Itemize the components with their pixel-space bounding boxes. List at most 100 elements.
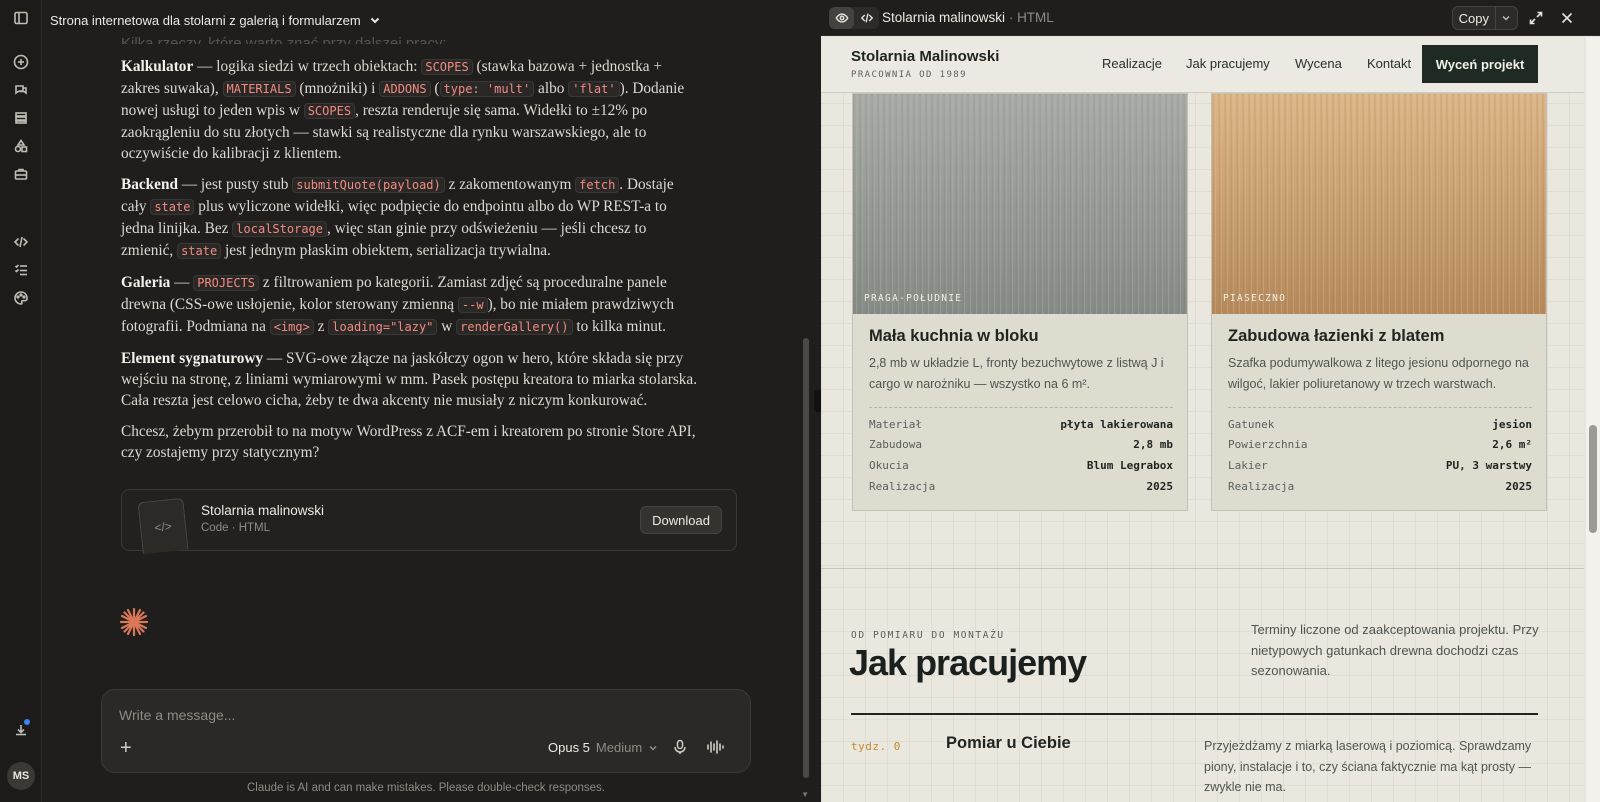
- section-rule: [851, 713, 1538, 715]
- project-location: PIASECZNO: [1223, 293, 1287, 304]
- claude-spark-icon: [119, 607, 149, 637]
- spec-key: Lakier: [1228, 459, 1268, 472]
- inline-code: <img>: [269, 319, 314, 335]
- section-title: Jak pracujemy: [849, 642, 1087, 683]
- nav-link-jak-pracujemy[interactable]: Jak pracujemy: [1186, 56, 1270, 71]
- project-location: PRAGA-POŁUDNIE: [864, 293, 963, 304]
- chevron-down-icon[interactable]: [1496, 7, 1517, 29]
- code-tab[interactable]: [854, 7, 879, 29]
- project-title: Zabudowa łazienki z blatem: [1228, 327, 1445, 345]
- spec-value: 2,8 mb: [1133, 438, 1173, 451]
- code-icon[interactable]: [11, 232, 31, 252]
- copy-button[interactable]: Copy: [1452, 6, 1518, 30]
- para-text: (mnożniki) i: [295, 80, 380, 97]
- message-composer[interactable]: Write a message... + Opus 5 Medium: [101, 689, 751, 773]
- microphone-icon[interactable]: [672, 739, 688, 755]
- inline-code: localStorage: [232, 221, 327, 237]
- preview-tab[interactable]: [829, 7, 854, 29]
- spec-row: Realizacja 2025: [1228, 480, 1532, 500]
- close-icon[interactable]: [1559, 10, 1575, 26]
- para-text: z zakomentowanym: [444, 176, 576, 193]
- wood-panel-image: [1212, 94, 1546, 314]
- para-lead: Element sygnaturowy: [121, 350, 264, 367]
- projects-icon[interactable]: [11, 108, 31, 128]
- briefcase-icon[interactable]: [11, 164, 31, 184]
- download-button[interactable]: Download: [640, 506, 722, 534]
- inline-code: renderGallery(): [456, 319, 573, 335]
- section-kicker: OD POMIARU DO MONTAŻU: [851, 630, 1005, 641]
- project-description: 2,8 mb w układzie L, fronty bezuchwytowe…: [869, 356, 1164, 391]
- section-note: Terminy liczone od zaakceptowania projek…: [1251, 622, 1539, 678]
- project-card[interactable]: PRAGA-POŁUDNIE Mała kuchnia w bloku 2,8 …: [852, 93, 1188, 511]
- spec-key: Realizacja: [1228, 480, 1295, 493]
- spec-value: Blum Legrabox: [1086, 459, 1173, 472]
- nav-link-realizacje[interactable]: Realizacje: [1102, 56, 1162, 71]
- scroll-down-arrow[interactable]: ▼: [801, 790, 809, 799]
- spec-row: Realizacja 2025: [869, 480, 1173, 500]
- para-lead: Galeria: [121, 274, 171, 291]
- artifact-toolbar: Stolarnia malinowski · HTML Copy: [821, 0, 1600, 36]
- inline-code: PROJECTS: [193, 275, 260, 291]
- paragraph-calculator: Kalkulator — logika siedzi w trzech obie…: [121, 56, 701, 164]
- avatar[interactable]: MS: [7, 762, 35, 790]
- para-text: z: [313, 318, 329, 335]
- project-description: Szafka podumywalkowa z litego jesionu od…: [1228, 356, 1529, 391]
- sidebar-toggle-icon[interactable]: [11, 8, 31, 28]
- inline-code: loading="lazy": [328, 319, 438, 335]
- add-attachment-icon[interactable]: +: [120, 737, 132, 760]
- inline-code: state: [150, 199, 195, 215]
- chats-icon[interactable]: [11, 80, 31, 100]
- paragraph-question: Chcesz, żebym przerobił to na motyw Word…: [121, 423, 696, 461]
- tasks-icon[interactable]: [11, 260, 31, 280]
- spec-row: Materiał płyta lakierowana: [869, 418, 1173, 438]
- site-brand[interactable]: Stolarnia Malinowski: [851, 48, 999, 65]
- wood-panel-image: [853, 94, 1187, 314]
- preview-scrollbar[interactable]: [1586, 37, 1600, 802]
- step-title: Pomiar u Ciebie: [946, 734, 1071, 752]
- para-text: jest jednym płaskim obiektem, serializac…: [221, 242, 551, 259]
- spec-key: Powierzchnia: [1228, 438, 1308, 451]
- palette-icon[interactable]: [11, 288, 31, 308]
- chat-scrollbar[interactable]: [803, 338, 809, 778]
- chat-title-dropdown[interactable]: Strona internetowa dla stolarni z galeri…: [50, 10, 381, 30]
- artifact-card[interactable]: </> Stolarnia malinowski Code · HTML Dow…: [121, 489, 737, 555]
- spec-key: Zabudowa: [869, 438, 922, 451]
- spec-key: Gatunek: [1228, 418, 1275, 431]
- voice-mode-icon[interactable]: [706, 739, 724, 755]
- assistant-message: Kalkulator — logika siedzi w trzech obie…: [121, 56, 701, 473]
- chat-title: Strona internetowa dla stolarni z galeri…: [50, 12, 361, 28]
- para-lead: Backend: [121, 176, 178, 193]
- spec-key: Materiał: [869, 418, 922, 431]
- spec-row: Zabudowa 2,8 mb: [869, 438, 1173, 458]
- scrollbar-thumb[interactable]: [1589, 425, 1597, 533]
- new-chat-icon[interactable]: [11, 52, 31, 72]
- eye-icon: [835, 13, 848, 23]
- message-input[interactable]: Write a message...: [119, 707, 235, 723]
- expand-icon[interactable]: [1528, 10, 1544, 26]
- card-divider: [1228, 407, 1532, 408]
- inline-code: fetch: [575, 177, 620, 193]
- model-selector[interactable]: Opus 5 Medium: [548, 740, 658, 755]
- spec-value: PU, 3 warstwy: [1445, 459, 1532, 472]
- paragraph-backend: Backend — jest pusty stub submitQuote(pa…: [121, 174, 701, 262]
- artifacts-icon[interactable]: [11, 136, 31, 156]
- copy-label: Copy: [1453, 7, 1496, 29]
- project-card[interactable]: PIASECZNO Zabudowa łazienki z blatem Sza…: [1211, 93, 1547, 511]
- inline-code: submitQuote(payload): [292, 177, 445, 193]
- code-icon: [860, 13, 873, 23]
- nav-link-kontakt[interactable]: Kontakt: [1367, 56, 1411, 71]
- site-preview: Stolarnia Malinowski PRACOWNIA OD 1989 R…: [821, 37, 1584, 802]
- notification-dot: [24, 719, 30, 725]
- inline-code: state: [177, 243, 222, 259]
- project-title: Mała kuchnia w bloku: [869, 327, 1039, 345]
- nav-link-wycena[interactable]: Wycena: [1295, 56, 1342, 71]
- inline-code: 'flat': [568, 81, 620, 97]
- artifact-panel-title: Stolarnia malinowski · HTML: [882, 10, 1054, 25]
- model-name: Opus 5: [548, 740, 590, 755]
- spec-value: 2025: [1146, 480, 1174, 493]
- paragraph-gallery: Galeria — PROJECTS z filtrowaniem po kat…: [121, 272, 701, 338]
- para-text: albo: [534, 80, 569, 97]
- quote-cta-button[interactable]: Wyceń projekt: [1422, 45, 1538, 83]
- spec-key: Okucia: [869, 459, 909, 472]
- view-toggle[interactable]: [829, 7, 879, 29]
